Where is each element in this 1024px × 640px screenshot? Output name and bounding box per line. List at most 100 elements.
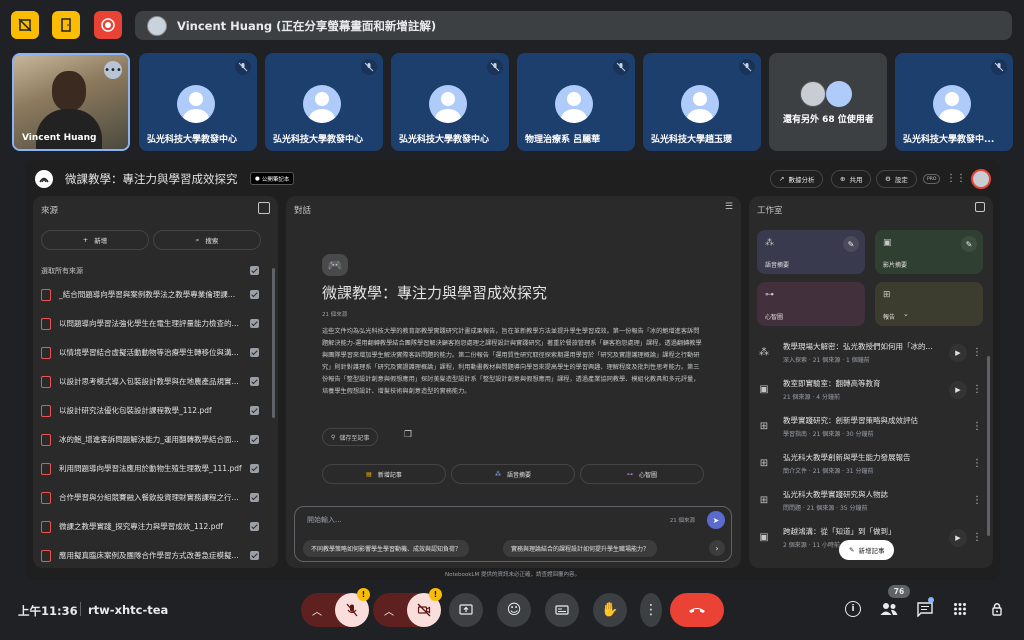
source-item[interactable]: 微課之教學實踐_探究專注力與學習成效_112.pdf: [41, 512, 259, 541]
studio-output-item[interactable]: ⊞ 教學實踐研究：創新學習策略與成效評估 學習指南 · 21 個來源 · 30 分…: [757, 408, 983, 445]
participant-tile[interactable]: 弘光科技大學教發中心: [265, 53, 383, 151]
source-checkbox[interactable]: [250, 522, 259, 531]
more-options-icon[interactable]: ⋮: [971, 384, 983, 395]
play-icon[interactable]: ▶: [949, 380, 967, 399]
clock-text: 上午11:36: [18, 604, 78, 618]
account-avatar[interactable]: [971, 169, 991, 189]
meeting-details-icon[interactable]: i: [845, 601, 861, 617]
audio-overview-card[interactable]: ⁂ ✎ 語音摘要: [757, 230, 865, 274]
suggestion-chip[interactable]: 不同教學策略如何影響學生學習動機、成效與認知負荷？: [303, 540, 470, 557]
share-button[interactable]: ⊕ 共用: [831, 170, 872, 188]
chat-button[interactable]: [916, 601, 934, 617]
source-checkbox[interactable]: [250, 406, 259, 415]
more-participants-tile[interactable]: 還有另外 68 位使用者: [769, 53, 887, 151]
share-label: 共用: [849, 176, 863, 184]
source-item[interactable]: 以問題導向學習法強化學生在電生理評量能力檢查的問題...: [41, 309, 259, 338]
source-item[interactable]: 合作學習與分組競賽融入餐飲投資理財實務課程之行...: [41, 483, 259, 512]
apps-grid-icon[interactable]: ⋮⋮: [946, 171, 966, 185]
present-screen-button[interactable]: [449, 593, 483, 627]
add-note-action[interactable]: ▤ 新增記事: [322, 464, 446, 484]
chat-settings-icon[interactable]: ☰: [725, 202, 733, 212]
edit-pencil-icon[interactable]: ✎: [843, 236, 859, 252]
note-icon: ▤: [366, 470, 372, 478]
studio-output-item[interactable]: ▣ 教室即實驗室：翻轉高等教育 21 個來源 · 4 分鐘前 ▶ ⋮: [757, 371, 983, 408]
pdf-icon: [41, 404, 51, 417]
source-checkbox[interactable]: [250, 377, 259, 386]
audio-wave-icon: ⁂: [759, 347, 769, 358]
source-checkbox[interactable]: [250, 493, 259, 502]
report-icon: ⊞: [759, 458, 769, 469]
source-checkbox[interactable]: [250, 464, 259, 473]
source-checkbox[interactable]: [250, 348, 259, 357]
add-note-floating-button[interactable]: ✎ 新增記事: [839, 540, 895, 560]
studio-output-item[interactable]: ⁂ 教學現場大解密：弘光教授們如何用「冰的... 深入探索 · 21 個來源 · …: [757, 334, 983, 371]
people-button[interactable]: [878, 600, 900, 618]
copy-icon[interactable]: ❐: [404, 430, 412, 440]
mind-map-card[interactable]: ⊶ 心智圖: [757, 282, 865, 326]
raise-hand-button[interactable]: ✋: [593, 593, 627, 627]
participant-tile[interactable]: 物理治療系 呂麗華: [517, 53, 635, 151]
add-source-button[interactable]: + 新增: [41, 230, 149, 250]
discover-sources-button[interactable]: ⌕ 搜索: [153, 230, 261, 250]
settings-button[interactable]: ⚙ 設定: [876, 170, 917, 188]
stop-annotation-button[interactable]: [11, 11, 39, 39]
suggestions-next-icon[interactable]: ›: [709, 540, 725, 556]
more-options-icon[interactable]: ⋮: [971, 458, 983, 469]
source-checkbox[interactable]: [250, 290, 259, 299]
sources-title: 來源: [41, 206, 59, 216]
send-button[interactable]: ➤: [707, 511, 725, 529]
edit-pencil-icon[interactable]: ✎: [961, 236, 977, 252]
source-item[interactable]: 利用問題導向學習法應用於動物生殖生理教學_111.pdf: [41, 454, 259, 483]
participant-tile[interactable]: 弘光科技大學教發中...: [895, 53, 1013, 151]
more-options-icon[interactable]: ⋮: [971, 495, 983, 506]
more-options-icon[interactable]: ⋮: [971, 347, 983, 358]
report-card[interactable]: ⊞ 報告 ⌄: [875, 282, 983, 326]
host-controls-button[interactable]: [988, 600, 1006, 618]
studio-scrollbar[interactable]: [987, 356, 990, 536]
audio-overview-action[interactable]: ⁂ 語音摘要: [451, 464, 575, 484]
save-to-note-button[interactable]: ⚲ 儲存至記事: [322, 428, 379, 446]
source-item[interactable]: 以情境學習結合虛擬活動動物等治療學生轉移位與溝...: [41, 338, 259, 367]
sources-scrollbar[interactable]: [272, 268, 275, 418]
source-checkbox[interactable]: [250, 435, 259, 444]
camera-options-chevron-icon[interactable]: ︿: [379, 600, 399, 620]
source-item[interactable]: 以設計思考模式導入包裝設計教學與在地農產品規實...: [41, 367, 259, 396]
play-icon[interactable]: ▶: [949, 343, 967, 362]
participant-tile[interactable]: 弘光科技大學趙玉瓔: [643, 53, 761, 151]
more-options-icon[interactable]: ⋮: [971, 421, 983, 432]
collapse-studio-icon[interactable]: [975, 202, 985, 212]
shared-screen-notebook: 微課教學：專注力與學習成效探究 ● 公開筆記本 ↗ 數據分析 ⊕ 共用 ⚙ 設定 PRO…: [25, 160, 1000, 580]
source-item[interactable]: _結合問題導向學習與案例教學法之教學專業倫理課程...: [41, 280, 259, 309]
participant-tile[interactable]: 弘光科技大學教發中心: [139, 53, 257, 151]
source-item[interactable]: 應用擬真臨床案例及團隊合作學習方式改善急症模擬...: [41, 541, 259, 568]
play-icon[interactable]: ▶: [949, 528, 967, 547]
chat-input-box[interactable]: 開始輸入... 21 個來源 ➤ 不同教學策略如何影響學生學習動機、成效與認知負…: [294, 506, 732, 562]
leave-call-button[interactable]: [670, 593, 724, 627]
exit-building-button[interactable]: [52, 11, 80, 39]
studio-output-item[interactable]: ⊞ 弘光科大教學實踐研究與人物誌 問問題 · 21 個來源 · 35 分鐘前 ⋮: [757, 482, 983, 519]
source-checkbox[interactable]: [250, 319, 259, 328]
tile-more-options-icon[interactable]: •••: [104, 61, 122, 79]
source-checkbox[interactable]: [250, 551, 259, 560]
studio-output-item[interactable]: ⊞ 弘光科大教學創新與學生能力發展報告 簡介文件 · 21 個來源 · 31 分鐘…: [757, 445, 983, 482]
video-overview-card[interactable]: ▣ ✎ 影片摘要: [875, 230, 983, 274]
avatar: [800, 81, 826, 107]
mind-map-action[interactable]: ⊶ 心智圖: [580, 464, 704, 484]
pdf-icon: [41, 462, 51, 475]
mic-off-icon: [361, 59, 377, 75]
participant-tile-self[interactable]: ••• Vincent Huang: [12, 53, 130, 151]
mic-options-chevron-icon[interactable]: ︿: [307, 600, 327, 620]
more-options-icon[interactable]: ⋮: [971, 532, 983, 543]
activities-button[interactable]: [952, 601, 968, 617]
select-all-checkbox[interactable]: [250, 266, 259, 275]
participant-tile[interactable]: 弘光科技大學教發中心: [391, 53, 509, 151]
stop-recording-button[interactable]: [94, 11, 122, 39]
suggestion-chip[interactable]: 實務與理論結合的課程設計如何提升學生職場能力？: [503, 540, 658, 557]
source-item[interactable]: 冰的鮑_增進客訴問題解決能力_運用翻轉教學結合面...: [41, 425, 259, 454]
more-options-button[interactable]: ⋮: [640, 593, 662, 627]
analytics-button[interactable]: ↗ 數據分析: [770, 170, 824, 188]
source-item[interactable]: 以設計研究法優化包裝設計課程教學_112.pdf: [41, 396, 259, 425]
captions-button[interactable]: [545, 593, 579, 627]
reactions-button[interactable]: ☺: [497, 593, 531, 627]
collapse-panel-icon[interactable]: [258, 202, 270, 214]
